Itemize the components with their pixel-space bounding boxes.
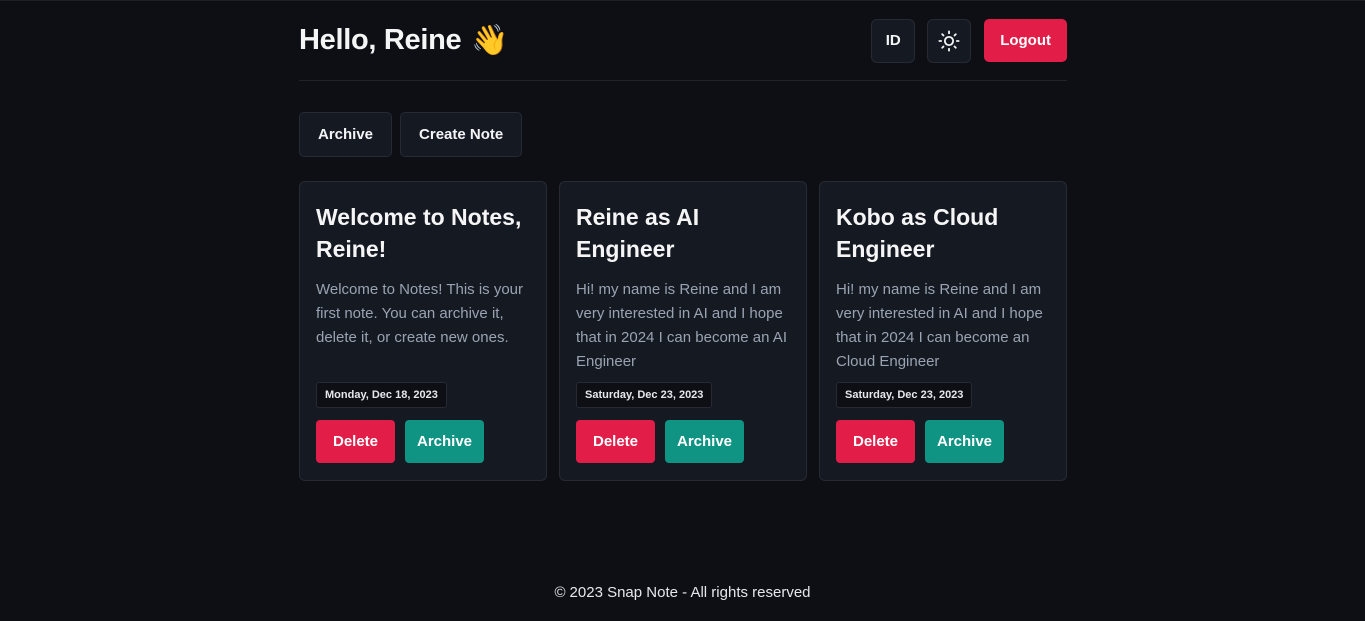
greeting-text: Hello, Reine xyxy=(299,24,462,56)
note-card: Kobo as Cloud Engineer Hi! my name is Re… xyxy=(819,181,1067,481)
app-page: Hello, Reine 👋 ID Logout Archive Create … xyxy=(0,0,1365,621)
language-toggle-button[interactable]: ID xyxy=(871,18,916,63)
note-date: Saturday, Dec 23, 2023 xyxy=(836,382,973,408)
create-note-button[interactable]: Create Note xyxy=(400,112,523,157)
main-container: Hello, Reine 👋 ID Logout Archive Create … xyxy=(299,1,1067,481)
waving-hand-icon: 👋 xyxy=(471,23,509,57)
footer-text: 2023 Snap Note - All rights reserved xyxy=(569,584,811,601)
copyright-icon: © xyxy=(554,584,566,601)
archive-note-button[interactable]: Archive xyxy=(405,420,484,463)
archive-note-button[interactable]: Archive xyxy=(665,420,744,463)
note-card: Reine as AI Engineer Hi! my name is Rein… xyxy=(559,181,807,481)
note-title: Welcome to Notes, Reine! xyxy=(316,204,522,262)
page-title: Hello, Reine 👋 xyxy=(299,23,509,57)
delete-note-button[interactable]: Delete xyxy=(576,420,655,463)
theme-toggle-button[interactable] xyxy=(927,18,972,63)
header-actions: ID Logout xyxy=(871,18,1067,63)
notes-toolbar: Archive Create Note xyxy=(299,112,1067,157)
notes-list: Welcome to Notes, Reine! Welcome to Note… xyxy=(299,181,1067,481)
logout-button[interactable]: Logout xyxy=(984,19,1067,62)
top-header: Hello, Reine 👋 ID Logout xyxy=(299,1,1067,81)
note-date: Saturday, Dec 23, 2023 xyxy=(576,382,713,408)
note-actions: Delete Archive xyxy=(576,420,744,463)
note-card: Welcome to Notes, Reine! Welcome to Note… xyxy=(299,181,547,481)
note-title: Reine as AI Engineer xyxy=(576,204,700,262)
delete-note-button[interactable]: Delete xyxy=(836,420,915,463)
page-footer: © 2023 Snap Note - All rights reserved xyxy=(0,584,1365,601)
note-actions: Delete Archive xyxy=(316,420,484,463)
sun-icon xyxy=(938,29,960,52)
archive-page-button[interactable]: Archive xyxy=(299,112,393,157)
note-title: Kobo as Cloud Engineer xyxy=(836,204,999,262)
delete-note-button[interactable]: Delete xyxy=(316,420,395,463)
note-date: Monday, Dec 18, 2023 xyxy=(316,382,447,408)
note-actions: Delete Archive xyxy=(836,420,1004,463)
note-body: Welcome to Notes! This is your first not… xyxy=(316,281,524,346)
note-body: Hi! my name is Reine and I am very inter… xyxy=(576,281,787,370)
archive-note-button[interactable]: Archive xyxy=(925,420,1004,463)
note-body: Hi! my name is Reine and I am very inter… xyxy=(836,281,1043,370)
